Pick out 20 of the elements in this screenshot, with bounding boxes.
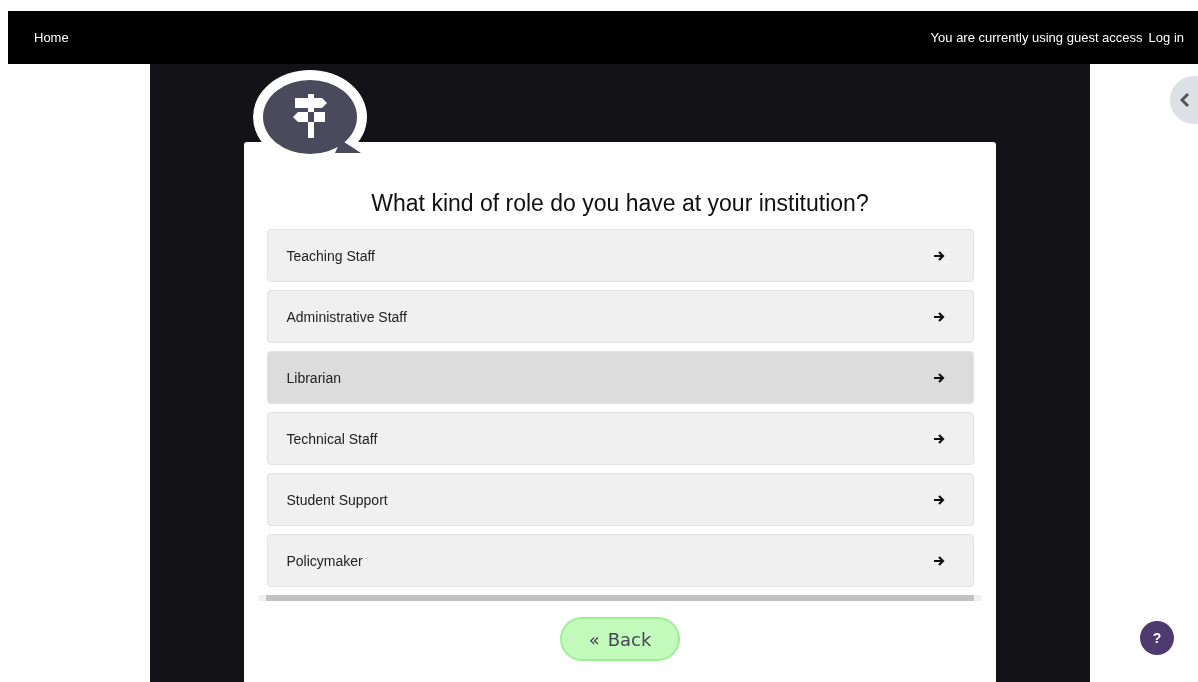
arrow-right-icon (932, 310, 945, 323)
back-button[interactable]: « Back (560, 617, 680, 661)
arrow-right-icon (932, 554, 945, 567)
arrow-right-icon (932, 371, 945, 384)
role-option[interactable]: Technical Staff (266, 412, 974, 465)
question-title: What kind of role do you have at your institution? (371, 190, 869, 217)
role-option[interactable]: Librarian (266, 351, 974, 404)
role-option[interactable]: Teaching Staff (266, 229, 974, 282)
chevron-left-icon (1180, 93, 1190, 107)
arrow-right-icon (932, 432, 945, 445)
guest-access-notice: You are currently using guest access (930, 30, 1143, 45)
home-link[interactable]: Home (34, 30, 69, 45)
horizontal-scrollbar[interactable] (259, 595, 981, 601)
role-option[interactable]: Administrative Staff (266, 290, 974, 343)
role-option[interactable]: Policymaker (266, 534, 974, 587)
arrow-right-icon (932, 249, 945, 262)
arrow-right-icon (932, 493, 945, 506)
help-button[interactable]: ? (1140, 621, 1174, 655)
role-option[interactable]: Student Support (266, 473, 974, 526)
login-link[interactable]: Log in (1148, 30, 1184, 45)
